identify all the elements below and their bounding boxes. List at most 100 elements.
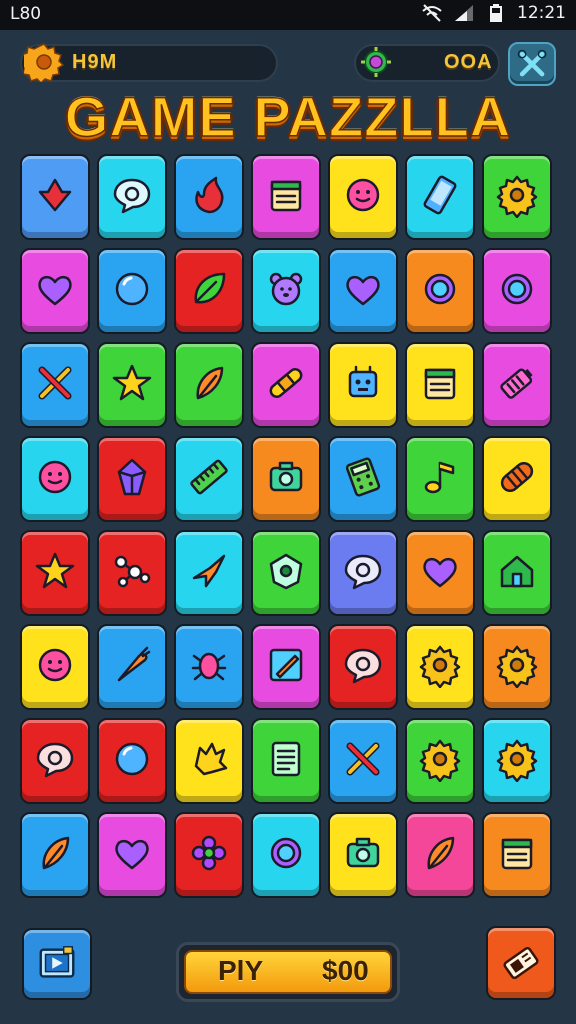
tile-r8-c2[interactable] xyxy=(97,812,167,898)
tile-r2-c3[interactable] xyxy=(174,248,244,334)
phone-icon xyxy=(417,172,463,222)
tile-r2-c4[interactable] xyxy=(251,248,321,334)
tile-r4-c5[interactable] xyxy=(328,436,398,522)
tile-r2-c7[interactable] xyxy=(482,248,552,334)
tile-r6-c3[interactable] xyxy=(174,624,244,710)
tile-r6-c2[interactable] xyxy=(97,624,167,710)
tile-r6-c1[interactable] xyxy=(20,624,90,710)
tile-r3-c6[interactable] xyxy=(405,342,475,428)
tile-r5-c1[interactable] xyxy=(20,530,90,616)
battery-icon xyxy=(494,360,540,410)
currency-left-value: H9M xyxy=(72,51,118,73)
tile-r5-c5[interactable] xyxy=(328,530,398,616)
heart-icon xyxy=(32,266,78,316)
tile-r5-c4[interactable] xyxy=(251,530,321,616)
status-bar: L80 12:21 xyxy=(0,0,576,30)
battery-icon xyxy=(485,3,507,23)
bug-icon xyxy=(186,642,232,692)
status-right-group: 12:21 xyxy=(421,3,566,23)
bandage-icon xyxy=(263,360,309,410)
tile-r2-c6[interactable] xyxy=(405,248,475,334)
tile-r8-c6[interactable] xyxy=(405,812,475,898)
tile-r1-c3[interactable] xyxy=(174,154,244,240)
tile-r2-c5[interactable] xyxy=(328,248,398,334)
wrench-cross-icon xyxy=(517,49,547,77)
settings-gear-icon[interactable] xyxy=(17,42,65,85)
status-left-text: L80 xyxy=(10,4,42,24)
tile-r5-c7[interactable] xyxy=(482,530,552,616)
smiley-icon xyxy=(340,172,386,222)
calendar-icon xyxy=(263,172,309,222)
splash-icon xyxy=(186,736,232,786)
tile-r2-c1[interactable] xyxy=(20,248,90,334)
speech-bubble-icon xyxy=(340,548,386,598)
badge-icon xyxy=(263,548,309,598)
shop-button[interactable] xyxy=(486,926,556,1000)
tile-r4-c2[interactable] xyxy=(97,436,167,522)
tile-r7-c2[interactable] xyxy=(97,718,167,804)
tile-r7-c7[interactable] xyxy=(482,718,552,804)
feather-icon xyxy=(32,830,78,880)
camera-icon xyxy=(263,454,309,504)
bear-icon xyxy=(263,266,309,316)
gear-icon xyxy=(494,642,540,692)
molecule-icon xyxy=(109,548,155,598)
tile-r1-c1[interactable] xyxy=(20,154,90,240)
tile-r5-c2[interactable] xyxy=(97,530,167,616)
heart-icon xyxy=(417,548,463,598)
tile-r5-c3[interactable] xyxy=(174,530,244,616)
tile-r6-c4[interactable] xyxy=(251,624,321,710)
tile-r7-c4[interactable] xyxy=(251,718,321,804)
smiley-icon xyxy=(32,454,78,504)
tile-r6-c5[interactable] xyxy=(328,624,398,710)
tile-r1-c6[interactable] xyxy=(405,154,475,240)
crystal-icon xyxy=(109,454,155,504)
tile-r6-c7[interactable] xyxy=(482,624,552,710)
tile-r3-c2[interactable] xyxy=(97,342,167,428)
tile-r7-c5[interactable] xyxy=(328,718,398,804)
tile-r8-c5[interactable] xyxy=(328,812,398,898)
capsule-icon xyxy=(494,454,540,504)
tile-r4-c7[interactable] xyxy=(482,436,552,522)
tile-r3-c1[interactable] xyxy=(20,342,90,428)
media-button[interactable] xyxy=(22,928,92,1000)
tile-r3-c3[interactable] xyxy=(174,342,244,428)
tile-r7-c3[interactable] xyxy=(174,718,244,804)
heart-icon xyxy=(340,266,386,316)
no-signal-icon xyxy=(421,3,443,23)
play-button-cost: $00 xyxy=(322,955,369,986)
tile-r1-c5[interactable] xyxy=(328,154,398,240)
tile-r8-c1[interactable] xyxy=(20,812,90,898)
play-button-label: PlY xyxy=(218,955,264,986)
tile-r1-c2[interactable] xyxy=(97,154,167,240)
tile-r8-c4[interactable] xyxy=(251,812,321,898)
bubble-icon xyxy=(109,266,155,316)
tile-r4-c1[interactable] xyxy=(20,436,90,522)
tile-r5-c6[interactable] xyxy=(405,530,475,616)
pencil-icon xyxy=(263,642,309,692)
tile-r8-c3[interactable] xyxy=(174,812,244,898)
crossed-swords-icon xyxy=(340,736,386,786)
tile-r3-c7[interactable] xyxy=(482,342,552,428)
camera-icon xyxy=(340,830,386,880)
tile-r1-c4[interactable] xyxy=(251,154,321,240)
tile-r2-c2[interactable] xyxy=(97,248,167,334)
tile-r6-c6[interactable] xyxy=(405,624,475,710)
tile-r3-c5[interactable] xyxy=(328,342,398,428)
tile-r4-c4[interactable] xyxy=(251,436,321,522)
tools-button[interactable] xyxy=(508,42,556,86)
calendar-icon xyxy=(494,830,540,880)
tile-r7-c6[interactable] xyxy=(405,718,475,804)
speech-bubble-icon xyxy=(340,642,386,692)
media-player-icon xyxy=(39,946,75,978)
document-icon xyxy=(263,736,309,786)
bubble-icon xyxy=(109,736,155,786)
tile-r4-c6[interactable] xyxy=(405,436,475,522)
tile-r3-c4[interactable] xyxy=(251,342,321,428)
tile-r7-c1[interactable] xyxy=(20,718,90,804)
tile-r8-c7[interactable] xyxy=(482,812,552,898)
star-icon xyxy=(32,548,78,598)
gear-icon xyxy=(494,172,540,222)
tile-r1-c7[interactable] xyxy=(482,154,552,240)
tile-r4-c3[interactable] xyxy=(174,436,244,522)
